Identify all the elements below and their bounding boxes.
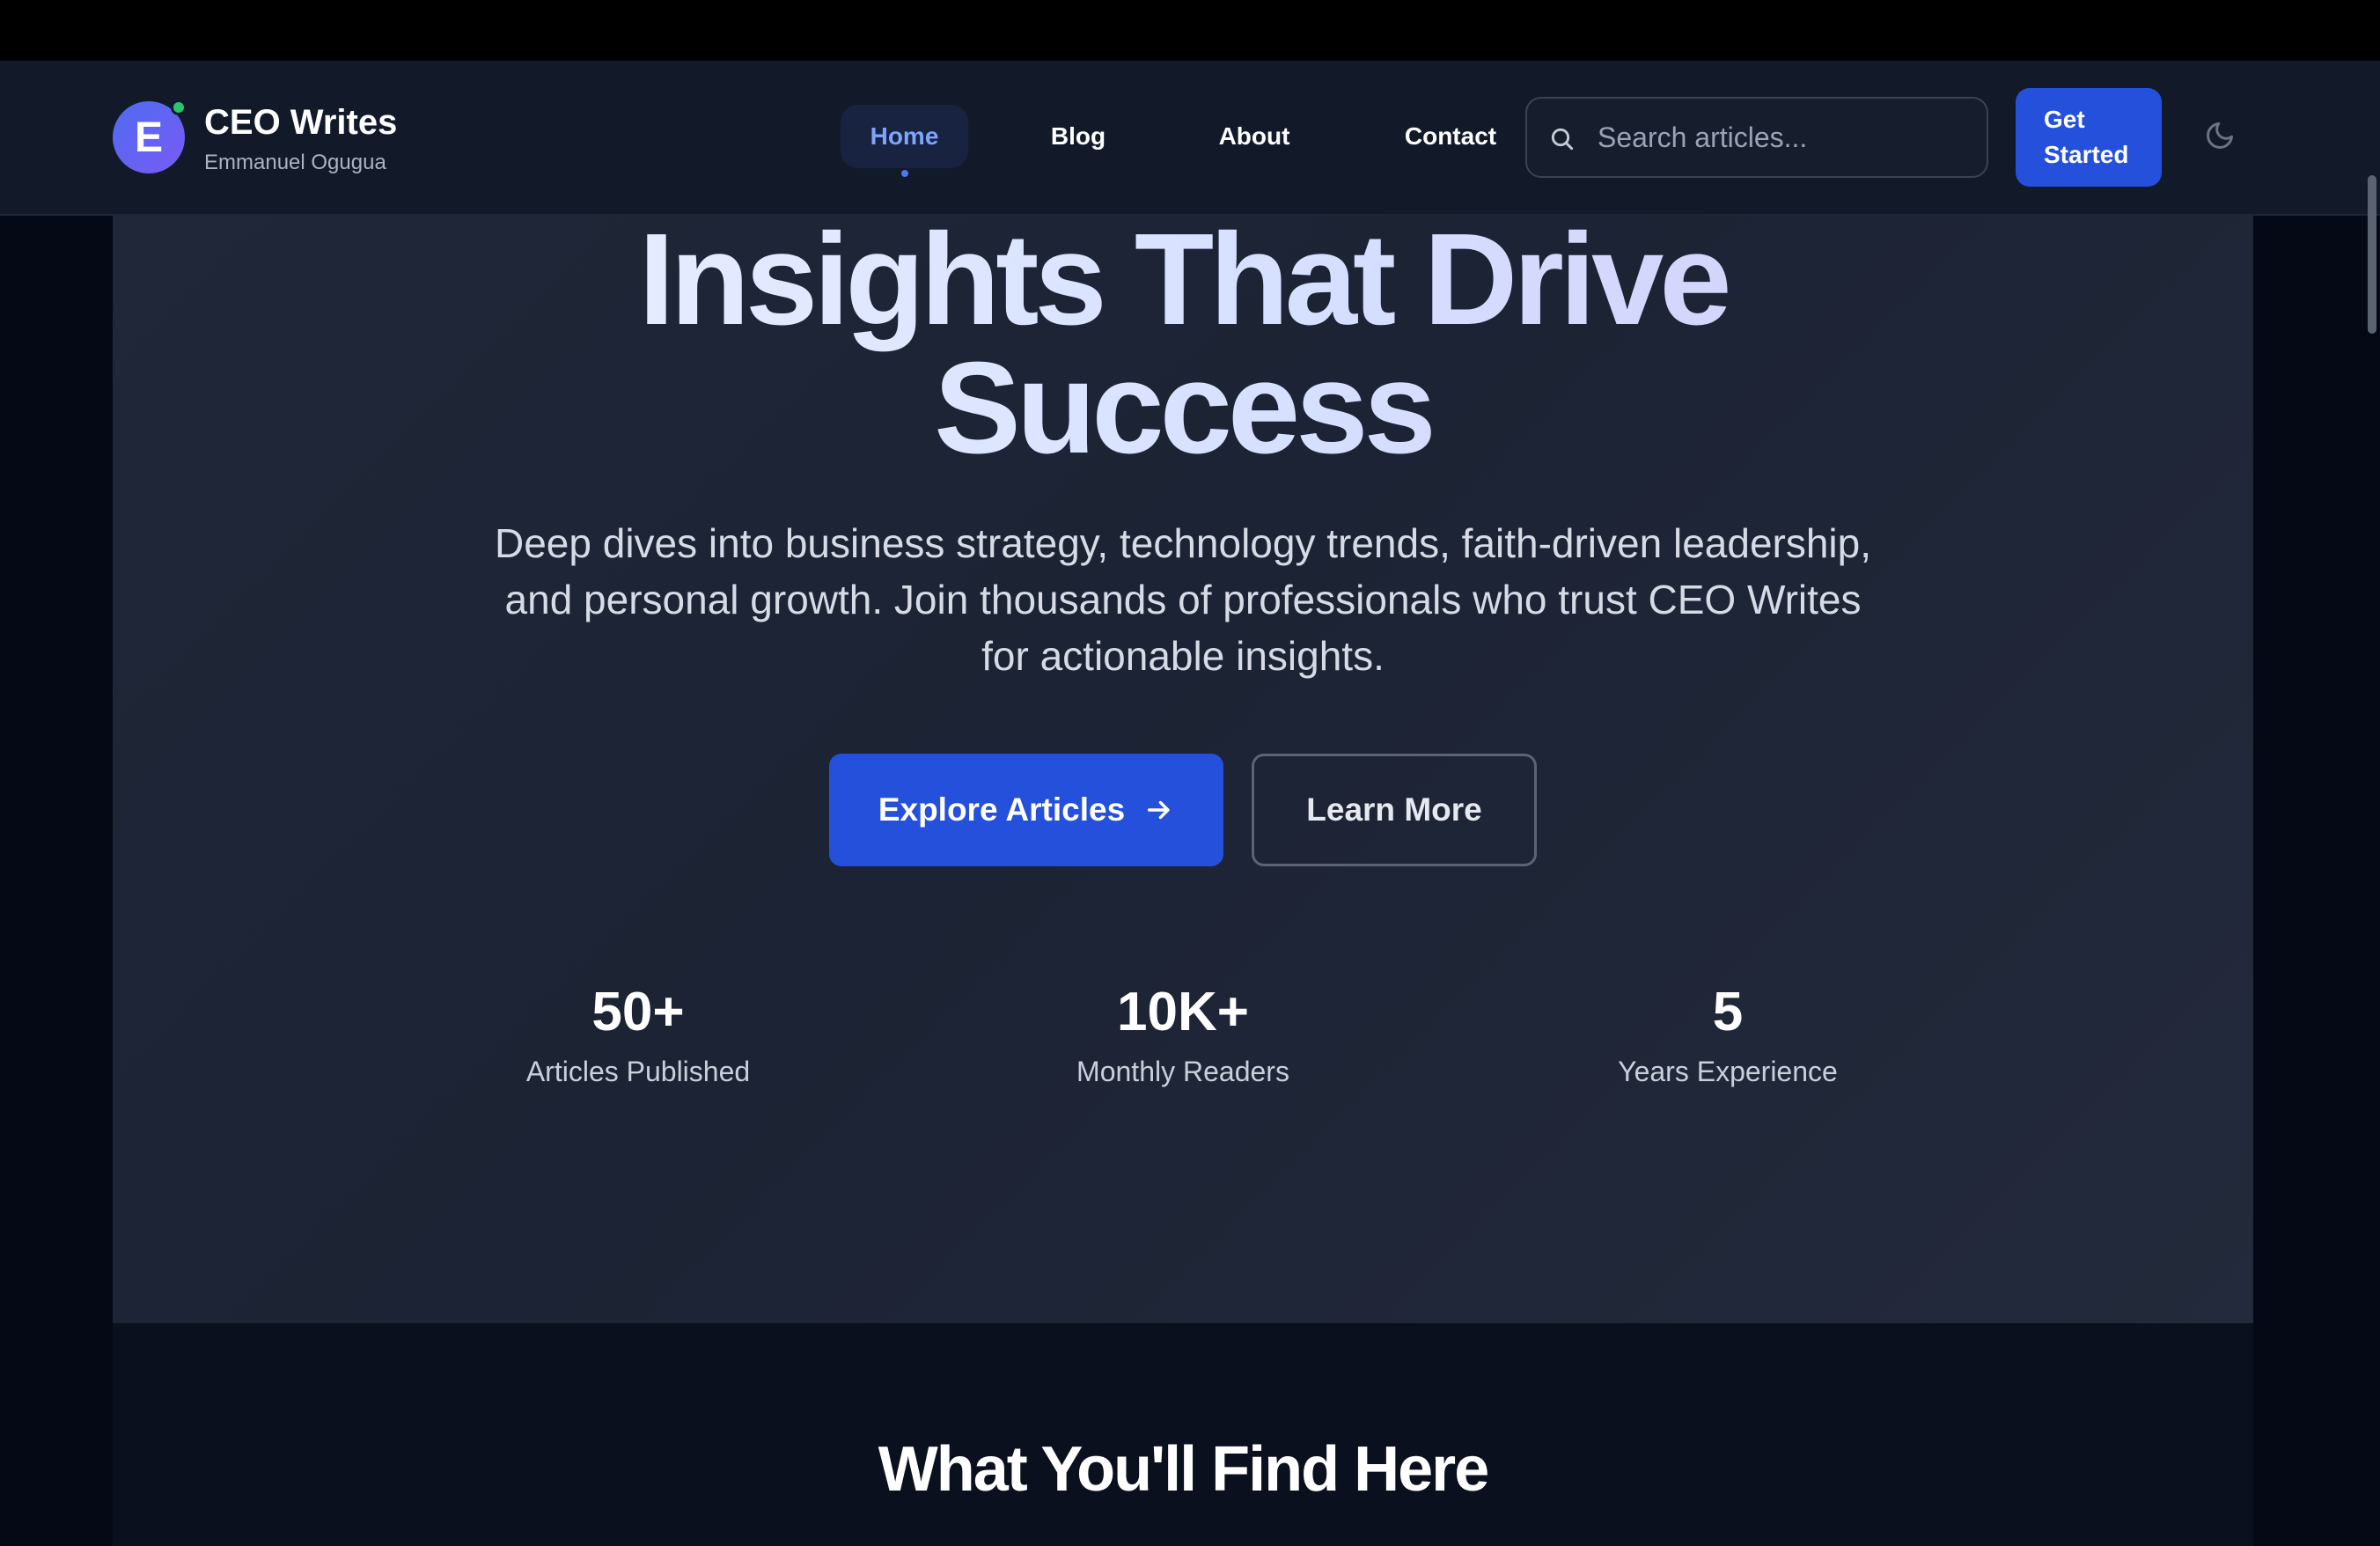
- stat-label: Articles Published: [525, 1056, 751, 1087]
- brand-logo[interactable]: E: [113, 99, 187, 173]
- stat-value: 50+: [591, 982, 685, 1042]
- stat-value: 5: [1712, 982, 1744, 1042]
- moon-icon[interactable]: [2204, 120, 2236, 151]
- nav-blog[interactable]: Blog: [1021, 105, 1135, 168]
- hero-title-text: Insights That Drive Success: [638, 207, 1728, 481]
- nav-home[interactable]: Home: [841, 105, 968, 177]
- get-started-button[interactable]: Get Started: [2016, 88, 2162, 187]
- scrollbar-thumb[interactable]: [2368, 175, 2376, 334]
- stat-label: Years Experience: [1618, 1056, 1838, 1087]
- nav-contact[interactable]: Contact: [1380, 105, 1521, 168]
- browser-top-bar: [0, 0, 2380, 61]
- stat-experience: 5 Years Experience: [1552, 982, 1904, 1088]
- nav-about[interactable]: About: [1193, 105, 1316, 168]
- stat-label: Monthly Readers: [1076, 1056, 1289, 1087]
- nav-home-label: Home: [870, 122, 939, 150]
- hero-title: Insights That Drive Success: [113, 216, 2253, 473]
- explore-articles-button[interactable]: Explore Articles: [829, 754, 1223, 866]
- search-icon: [1551, 128, 1574, 151]
- navbar: E CEO Writes Emmanuel Ogugua Home Blog A…: [0, 61, 2380, 216]
- explore-articles-label: Explore Articles: [878, 791, 1126, 828]
- nav-about-label: About: [1218, 122, 1290, 150]
- learn-more-button[interactable]: Learn More: [1252, 754, 1537, 866]
- brand-title[interactable]: CEO Writes: [204, 103, 397, 143]
- search-box[interactable]: [1525, 97, 1988, 178]
- features-section: What You'll Find Here: [113, 1323, 2253, 1546]
- features-section-title: What You'll Find Here: [878, 1434, 1489, 1505]
- get-started-label: Get Started: [2044, 106, 2129, 168]
- stat-value: 10K+: [1117, 982, 1249, 1042]
- online-status-dot: [171, 99, 187, 115]
- nav-blog-label: Blog: [1050, 122, 1106, 150]
- stat-readers: 10K+ Monthly Readers: [1007, 982, 1359, 1088]
- logo-letter: E: [134, 114, 163, 161]
- arrow-right-icon: [1148, 800, 1170, 820]
- search-input[interactable]: [1596, 99, 1974, 176]
- learn-more-label: Learn More: [1306, 791, 1482, 828]
- brand-subtitle: Emmanuel Ogugua: [204, 151, 386, 174]
- page-scrollbar[interactable]: [2364, 61, 2380, 1546]
- hero-description: Deep dives into business strategy, techn…: [494, 520, 1872, 679]
- stat-articles: 50+ Articles Published: [462, 982, 814, 1088]
- active-indicator-dot: [900, 170, 908, 177]
- hero-section: Insights That Drive Success Deep dives i…: [113, 216, 2253, 1323]
- nav-contact-label: Contact: [1404, 122, 1497, 150]
